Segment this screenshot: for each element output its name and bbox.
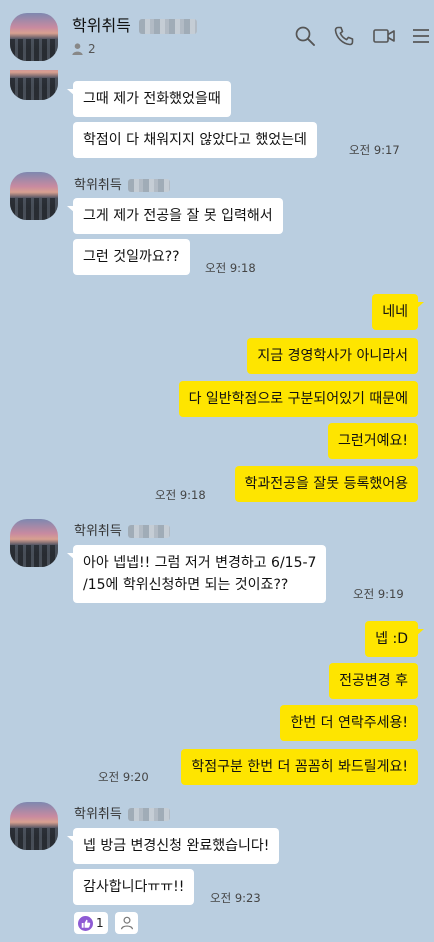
thumbs-up-icon <box>78 915 93 931</box>
person-icon <box>72 43 83 55</box>
message-bubble[interactable]: 다 일반학점으로 구분되어있기 때문에 <box>178 381 418 417</box>
message-time: 오전 9:18 <box>155 488 206 502</box>
video-call-icon[interactable] <box>373 26 395 46</box>
header-actions <box>276 26 432 46</box>
message-bubble[interactable]: 학점구분 한번 더 꼼꼼히 봐드릴게요! <box>181 749 418 785</box>
message-time: 오전 9:17 <box>349 143 400 157</box>
message-bubble[interactable]: 그런 것일까요?? <box>73 239 190 275</box>
chat-header: 학위취득 2 <box>0 0 434 70</box>
sender-avatar[interactable] <box>10 519 58 567</box>
reaction-badge[interactable]: 1 <box>74 912 108 934</box>
chat-avatar[interactable] <box>10 13 58 61</box>
reaction-viewers-button[interactable] <box>115 912 138 934</box>
phone-icon[interactable] <box>334 26 354 46</box>
message-bubble[interactable]: 학과전공을 잘못 등록했어용 <box>234 466 418 502</box>
message-time: 오전 9:20 <box>98 770 149 784</box>
search-icon[interactable] <box>295 26 315 46</box>
blurred-name <box>127 179 170 192</box>
person-outline-icon <box>120 916 133 930</box>
message-bubble[interactable]: 그때 제가 전화했었을때 <box>67 81 231 117</box>
message-bubble[interactable]: 그런거예요! <box>327 423 418 459</box>
member-count[interactable]: 2 <box>72 42 96 56</box>
message-bubble[interactable]: 그게 제가 전공을 잘 못 입력해서 <box>67 198 283 234</box>
message-time: 오전 9:19 <box>353 587 404 601</box>
message-bubble[interactable]: 지금 경영학사가 아니라서 <box>247 338 418 374</box>
reaction-count: 1 <box>96 916 104 930</box>
message-bubble[interactable]: 네네 <box>372 294 424 330</box>
sender-name: 학위취득 <box>74 520 170 539</box>
blurred-name <box>138 19 197 34</box>
message-bubble[interactable]: 전공변경 후 <box>329 663 418 699</box>
message-bubble[interactable]: 감사합니다ㅠㅠ!! <box>73 869 195 905</box>
sender-name: 학위취득 <box>74 803 170 822</box>
message-time: 오전 9:23 <box>210 891 261 905</box>
sender-avatar[interactable] <box>10 802 58 850</box>
message-bubble[interactable]: 학점이 다 채워지지 않았다고 했었는데 <box>73 122 317 158</box>
message-bubble[interactable]: 넵 방금 변경신청 완료했습니다! <box>66 828 280 864</box>
message-bubble[interactable]: 넵 :D <box>365 621 424 657</box>
sender-name: 학위취득 <box>74 174 170 193</box>
menu-icon[interactable] <box>412 26 432 46</box>
sender-avatar[interactable] <box>10 172 58 220</box>
message-bubble[interactable]: 한번 더 연락주세용! <box>280 705 418 741</box>
message-time: 오전 9:18 <box>205 261 256 275</box>
chat-title: 학위취득 <box>72 12 197 36</box>
blurred-name <box>127 808 170 821</box>
blurred-name <box>127 525 170 538</box>
message-bubble[interactable]: 아아 넵넵!! 그럼 저거 변경하고 6/15-7 /15에 학위신청하면 되는… <box>66 545 327 603</box>
